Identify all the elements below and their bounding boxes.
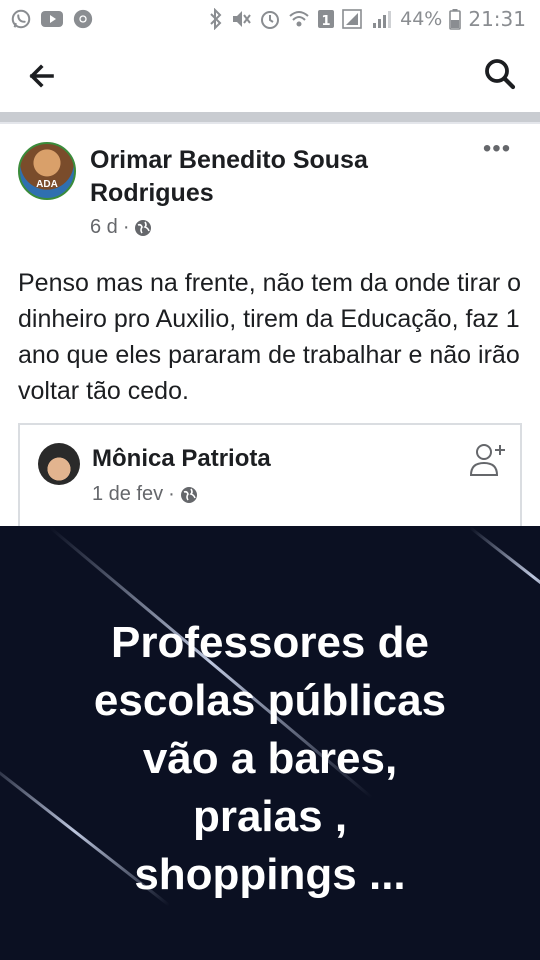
meta-separator: · bbox=[122, 216, 130, 238]
app-bar bbox=[0, 38, 540, 122]
battery-icon bbox=[449, 8, 462, 30]
post-meta: 6 d · bbox=[90, 216, 152, 239]
add-friend-button[interactable] bbox=[468, 439, 508, 479]
image-caption: Professores de escolas públicas vão a ba… bbox=[0, 614, 540, 904]
post-header: ADA Orimar Benedito Sousa Rodrigues 6 d … bbox=[18, 137, 522, 242]
post-text: Penso mas na frente, não tem da onde tir… bbox=[18, 269, 522, 405]
youtube-icon bbox=[40, 9, 64, 29]
mute-icon bbox=[230, 8, 252, 30]
signal-icon bbox=[342, 8, 364, 30]
whatsapp-icon bbox=[10, 8, 32, 30]
globe-icon bbox=[134, 219, 152, 237]
post-image[interactable]: Professores de escolas públicas vão a ba… bbox=[0, 526, 540, 960]
post-timestamp[interactable]: 6 d bbox=[90, 216, 118, 239]
meta-separator: · bbox=[168, 483, 175, 505]
more-options-button[interactable]: ••• bbox=[482, 137, 512, 162]
signal-icon bbox=[371, 8, 393, 30]
avatar[interactable] bbox=[38, 443, 80, 485]
avatar-badge-text: ADA bbox=[36, 179, 58, 190]
avatar[interactable]: ADA bbox=[18, 142, 76, 200]
shared-post-timestamp[interactable]: 1 de fev bbox=[92, 483, 163, 506]
caption-line: Professores de bbox=[111, 618, 429, 667]
shared-post-card[interactable]: Mônica Patriota 1 de fev · bbox=[18, 423, 522, 526]
add-friend-icon bbox=[469, 444, 505, 476]
caption-line: praias , bbox=[192, 792, 348, 841]
search-button[interactable] bbox=[482, 56, 518, 92]
divider bbox=[0, 122, 540, 124]
arrow-left-icon bbox=[29, 64, 54, 88]
caption-line: shoppings ... bbox=[134, 850, 406, 899]
caption-line: escolas públicas bbox=[93, 676, 447, 725]
caption-line: vão a bares, bbox=[142, 734, 398, 783]
status-bar-right: 1 44% 21:31 bbox=[209, 7, 526, 31]
battery-percent: 44% bbox=[400, 8, 443, 30]
post-author-name[interactable]: Orimar Benedito Sousa Rodrigues bbox=[90, 144, 450, 210]
alarm-icon bbox=[259, 8, 281, 30]
wifi-icon bbox=[288, 8, 310, 30]
search-icon bbox=[485, 59, 516, 90]
light-streak bbox=[469, 526, 540, 628]
sim-1-icon: 1 bbox=[317, 8, 335, 30]
status-bar-left bbox=[10, 8, 94, 30]
back-button[interactable] bbox=[24, 58, 60, 94]
clock: 21:31 bbox=[468, 7, 526, 31]
chrome-icon bbox=[72, 8, 94, 30]
shared-post-meta: 1 de fev · bbox=[92, 483, 198, 506]
bluetooth-icon bbox=[209, 8, 223, 30]
shared-post-author-name[interactable]: Mônica Patriota bbox=[92, 445, 271, 473]
svg-text:1: 1 bbox=[322, 14, 331, 29]
globe-icon bbox=[180, 486, 198, 504]
status-bar: 1 44% 21:31 bbox=[0, 0, 540, 38]
